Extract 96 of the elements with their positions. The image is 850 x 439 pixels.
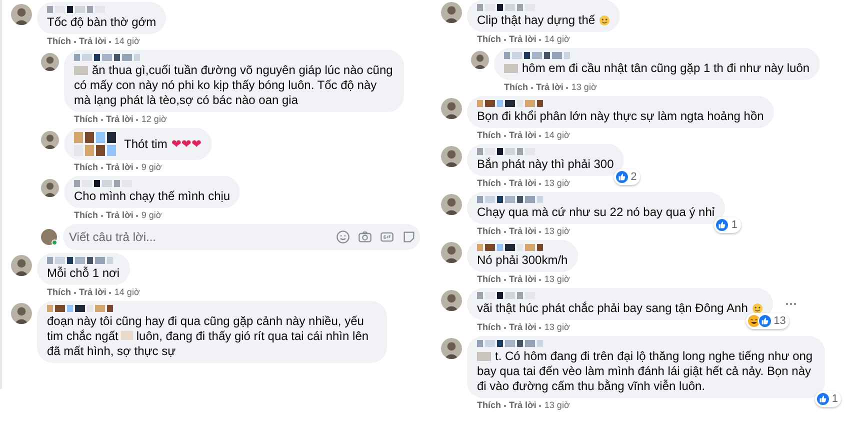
reply-link[interactable]: Trả lời <box>536 80 564 94</box>
reaction-badge[interactable]: 1 <box>714 217 741 233</box>
comment-time[interactable]: 13 giờ <box>544 224 570 238</box>
reply-input[interactable]: Viết câu trả lời... <box>69 228 328 246</box>
comment-text: Thót tim ❤❤❤ <box>124 136 202 152</box>
comment-text: Clip thật hay dựng thế <box>477 13 610 28</box>
like-link[interactable]: Thích <box>477 32 501 46</box>
like-link[interactable]: Thích <box>477 176 501 190</box>
reply-link[interactable]: Trả lời <box>509 398 536 412</box>
comment-text: đoạn này tôi cũng hay đi qua cũng gặp cảnh này nhiều, yếu tim chắc ngất luôn, đang đi thấy gió rít qua tai cái nhìn lên đã mất hình, sợ thực sự <box>47 314 370 359</box>
blurred-name <box>477 340 543 347</box>
avatar[interactable] <box>441 2 462 23</box>
reply-link[interactable]: Trả lời <box>509 320 536 334</box>
reply-link[interactable]: Trả lời <box>106 112 134 126</box>
like-icon <box>816 392 830 406</box>
like-link[interactable]: Thích <box>477 398 501 412</box>
comment-time[interactable]: 13 giờ <box>544 398 570 412</box>
blurred-name <box>477 148 535 155</box>
comment-text: hôm em đi cầu nhật tân cũng gặp 1 th đi như này luôn <box>504 61 810 76</box>
avatar[interactable] <box>441 338 462 359</box>
blurred-name <box>477 196 543 203</box>
reply-field[interactable]: Viết câu trả lời... <box>63 224 420 250</box>
reply-link[interactable]: Trả lời <box>509 176 536 190</box>
avatar[interactable] <box>441 194 462 215</box>
comment-text: Tốc độ bàn thờ gớm <box>47 15 156 30</box>
like-link[interactable]: Thích <box>477 320 501 334</box>
comment-text: Nó phải 300km/h <box>477 253 568 268</box>
blurred-name <box>477 292 535 299</box>
comment-time[interactable]: 14 giờ <box>114 286 140 300</box>
like-link[interactable]: Thích <box>477 272 501 286</box>
like-link[interactable]: Thích <box>74 208 98 222</box>
like-link[interactable]: Thích <box>74 160 98 174</box>
blurred-name <box>477 244 543 251</box>
reply-link[interactable]: Trả lời <box>509 272 536 286</box>
reply-link[interactable]: Trả lời <box>509 32 536 46</box>
avatar[interactable] <box>11 303 32 324</box>
avatar[interactable] <box>441 242 462 263</box>
comment-time[interactable]: 12 giờ <box>141 112 167 126</box>
comment-text: Chạy qua mà cứ như su 22 nó bay qua ý nhỉ <box>477 205 715 220</box>
avatar[interactable] <box>441 290 462 311</box>
blurred-name <box>477 4 535 11</box>
like-link[interactable]: Thích <box>74 112 98 126</box>
blurred-name <box>47 257 113 264</box>
like-link[interactable]: Thích <box>47 34 71 48</box>
avatar[interactable] <box>441 98 462 119</box>
comment-time[interactable]: 14 giờ <box>544 128 570 142</box>
smiley-icon[interactable] <box>336 230 350 244</box>
blurred-name <box>74 54 140 61</box>
avatar[interactable] <box>11 255 32 276</box>
like-link[interactable]: Thích <box>477 224 501 238</box>
comment-text: ăn thua gì,cuối tuần đường võ nguyên giáp lúc nào cũng có mấy con này nó phi ko kịp thấy bóng luôn. Tốc độ này mà lạng phát là tèo,sợ có bác nào oan gia <box>74 63 394 108</box>
reply-link[interactable]: Trả lời <box>106 160 134 174</box>
avatar[interactable] <box>41 179 59 197</box>
avatar[interactable] <box>41 53 59 71</box>
sticker-icon[interactable] <box>402 230 416 244</box>
comment-text: t. Có hôm đang đi trên đại lộ thăng long nghe tiếng như ong bay qua tai đến vèo làm mình đánh lái giật hết cả nảy. Bọn này đi vào đường cấm thu bằng vĩnh viễn luôn. <box>477 349 814 394</box>
comment-time[interactable]: 14 giờ <box>544 32 570 46</box>
avatar[interactable] <box>471 51 489 69</box>
camera-icon[interactable] <box>358 230 372 244</box>
blurred-name <box>47 6 105 13</box>
reaction-badge[interactable]: 13 <box>746 313 789 329</box>
comment-text: Mỗi chỗ 1 nơi <box>47 266 120 281</box>
avatar[interactable] <box>441 146 462 167</box>
blurred-name <box>47 305 113 312</box>
blurred-name <box>477 100 543 107</box>
comment-time[interactable]: 13 giờ <box>571 80 597 94</box>
more-icon[interactable] <box>784 302 797 306</box>
reply-link[interactable]: Trả lời <box>79 286 106 300</box>
like-link[interactable]: Thích <box>477 128 501 142</box>
reply-link[interactable]: Trả lời <box>106 208 134 222</box>
comment-text: Bắn phát này thì phải 300 <box>477 157 614 172</box>
comment-time[interactable]: 13 giờ <box>544 272 570 286</box>
comment-time[interactable]: 14 giờ <box>114 34 140 48</box>
reaction-badge[interactable]: 2 <box>614 169 640 185</box>
comment-time[interactable]: 13 giờ <box>544 320 570 334</box>
like-link[interactable]: Thích <box>47 286 71 300</box>
reaction-badge[interactable]: 1 <box>814 391 841 407</box>
avatar[interactable] <box>41 229 57 245</box>
reply-link[interactable]: Trả lời <box>509 224 536 238</box>
avatar[interactable] <box>41 131 59 149</box>
reply-link[interactable]: Trả lời <box>509 128 536 142</box>
gif-icon[interactable] <box>380 230 394 244</box>
comment-text: vãi thật húc phát chắc phải bay sang tận Đông Anh <box>477 301 763 316</box>
like-icon <box>614 170 629 184</box>
like-icon <box>715 218 730 232</box>
comment-time[interactable]: 9 giờ <box>141 160 162 174</box>
like-icon <box>758 314 772 328</box>
blurred-name <box>504 52 570 59</box>
comment-time[interactable]: 9 giờ <box>141 208 162 222</box>
comment-text: Bọn đi khổi phân lớn này thực sự làm ngta hoảng hồn <box>477 109 764 124</box>
reply-link[interactable]: Trả lời <box>79 34 106 48</box>
blurred-name <box>74 180 132 187</box>
like-link[interactable]: Thích <box>504 80 528 94</box>
comment-time[interactable]: 13 giờ <box>544 176 570 190</box>
comment-text: Cho mình chạy thế mình chịu <box>74 189 230 204</box>
avatar[interactable] <box>11 4 32 25</box>
